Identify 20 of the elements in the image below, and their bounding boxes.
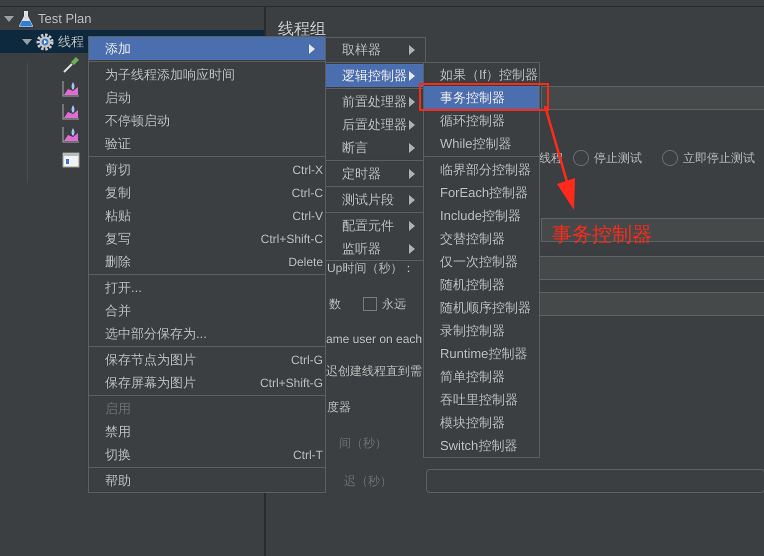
radio-label: 停止测试 [594, 150, 642, 166]
field-label: ame user on each [326, 332, 422, 346]
field-label: 迟创建线程直到需 [326, 362, 422, 380]
shortcut-label: Ctrl-C [292, 186, 323, 200]
shortcut-label: Ctrl-T [293, 448, 323, 462]
panel-title: 线程组 [278, 20, 327, 40]
shortcut-label: Delete [288, 254, 323, 268]
checkbox-label: 永远 [382, 296, 406, 312]
tree-label: Test Plan [38, 11, 92, 26]
field-label: 数 [329, 296, 341, 312]
field-label: 度器 [327, 398, 351, 416]
field-label: Up时间（秒）： [327, 260, 414, 276]
shortcut-label: Ctrl+Shift-C [260, 232, 323, 246]
annotation-label: 事务控制器 [552, 223, 652, 248]
tree-label: 线程 [58, 32, 84, 50]
radio-label: 立即停止测试 [683, 150, 755, 166]
shortcut-label: Ctrl+Shift-G [260, 376, 323, 390]
shortcut-label: Ctrl-G [291, 352, 323, 366]
shortcut-label: Ctrl-V [292, 208, 323, 222]
shortcut-label: Ctrl-X [292, 162, 323, 176]
